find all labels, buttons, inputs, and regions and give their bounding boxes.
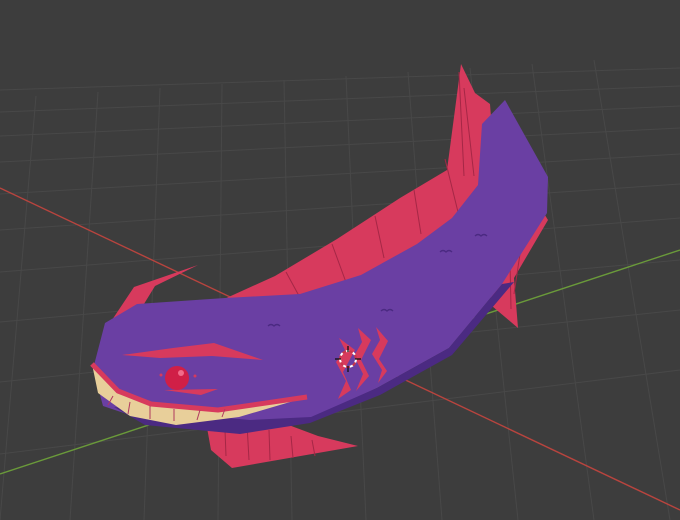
eye-highlight xyxy=(178,370,184,376)
eye xyxy=(165,366,189,390)
eye-dot-right xyxy=(193,374,197,378)
3d-viewport[interactable] xyxy=(0,0,680,520)
eel-model[interactable] xyxy=(90,64,548,468)
eye-dot-left xyxy=(159,373,163,377)
viewport-canvas[interactable] xyxy=(0,0,680,520)
